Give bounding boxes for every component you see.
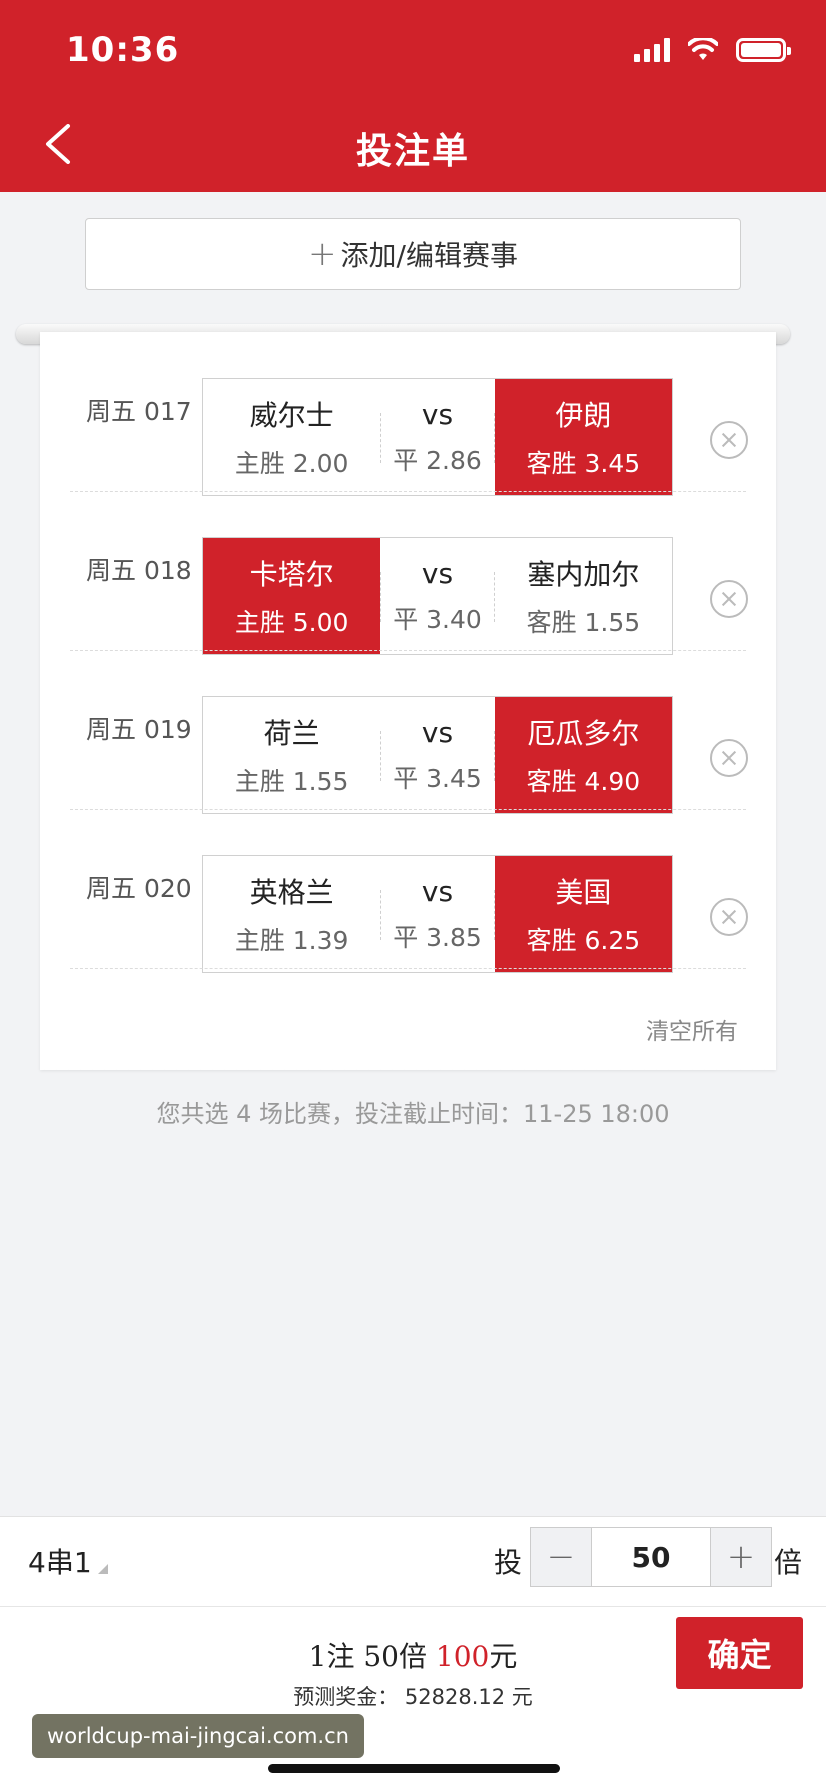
draw-odds: 平 2.86 [393,445,482,475]
away-team: 塞内加尔 [527,558,640,591]
home-odds: 主胜 1.39 [234,926,349,955]
match-row: 周五 019 荷兰 主胜 1.55 vs 平 3.45 厄瓜多尔 客胜 4.90 [40,650,776,814]
away-win-option[interactable]: 伊朗 客胜 3.45 [494,379,673,495]
decrement-button[interactable]: − [531,1528,591,1586]
match-code: 周五 020 [86,874,192,903]
status-icons [634,38,791,62]
home-odds: 主胜 1.55 [234,767,349,796]
add-edit-matches-button[interactable]: + 添加/编辑赛事 [85,218,741,290]
remove-match-icon[interactable] [710,421,748,459]
combo-type-label: 4串1 [28,1546,92,1579]
amount-unit: 元 [489,1640,518,1673]
match-code: 周五 019 [86,715,192,744]
tou-label: 投 [494,1546,523,1579]
confirm-button[interactable]: 确定 [676,1617,803,1689]
draw-option[interactable]: vs 平 3.45 [380,697,495,813]
triangle-dropdown-icon [97,1564,108,1574]
odds-box: 威尔士 主胜 2.00 vs 平 2.86 伊朗 客胜 3.45 [202,378,673,496]
home-team: 威尔士 [249,399,334,432]
home-odds: 主胜 5.00 [234,608,349,637]
away-team: 厄瓜多尔 [527,717,640,750]
match-code: 周五 017 [86,397,192,426]
home-win-option[interactable]: 卡塔尔 主胜 5.00 [203,538,381,654]
plus-icon: + [308,234,337,274]
remove-match-icon[interactable] [710,898,748,936]
combo-type-select[interactable]: 4串1 [28,1541,108,1581]
vs-label: vs [421,556,454,590]
row-divider [70,968,746,969]
bet-count-text: 1注 50倍 [308,1640,436,1673]
vs-label: vs [421,715,454,749]
multiplier-input[interactable]: 50 [591,1528,711,1586]
selection-summary: 您共选 4 场比赛，投注截止时间：11-25 18:00 [156,1100,670,1128]
home-team: 荷兰 [263,717,320,750]
away-odds: 客胜 3.45 [526,449,641,478]
draw-odds: 平 3.45 [393,763,482,793]
away-odds: 客胜 6.25 [526,926,641,955]
match-code: 周五 018 [86,556,192,585]
home-win-option[interactable]: 英格兰 主胜 1.39 [203,856,380,972]
wifi-icon [688,38,718,60]
bei-label: 倍 [774,1546,803,1579]
home-odds: 主胜 2.00 [234,449,349,478]
remove-match-icon[interactable] [710,580,748,618]
odds-box: 卡塔尔 主胜 5.00 vs 平 3.40 塞内加尔 客胜 1.55 [202,537,673,655]
away-odds: 客胜 4.90 [526,767,641,796]
watermark: worldcup-mai-jingcai.com.cn [32,1714,364,1758]
bet-amount: 100 [435,1640,490,1673]
odds-box: 荷兰 主胜 1.55 vs 平 3.45 厄瓜多尔 客胜 4.90 [202,696,673,814]
draw-odds: 平 3.85 [393,922,482,952]
away-team: 美国 [555,876,612,909]
bet-options-bar: 4串1 投 − 50 + 倍 [0,1516,826,1606]
bet-ticket: 周五 017 威尔士 主胜 2.00 vs 平 2.86 伊朗 客胜 3.45 … [40,332,776,1070]
home-win-option[interactable]: 威尔士 主胜 2.00 [203,379,380,495]
away-win-option[interactable]: 厄瓜多尔 客胜 4.90 [494,697,673,813]
confirm-bar: 1注 50倍 100元 预测奖金： 52828.12 元 确定 [0,1606,826,1789]
away-odds: 客胜 1.55 [526,608,641,637]
vs-label: vs [421,874,454,908]
away-team: 伊朗 [555,399,612,432]
away-win-option[interactable]: 塞内加尔 客胜 1.55 [495,538,672,654]
match-row: 周五 020 英格兰 主胜 1.39 vs 平 3.85 美国 客胜 6.25 [40,809,776,973]
draw-odds: 平 3.40 [393,604,482,634]
home-team: 卡塔尔 [249,558,334,591]
away-win-option[interactable]: 美国 客胜 6.25 [494,856,673,972]
battery-icon [736,38,791,62]
signal-icon [634,38,670,62]
status-time: 10:36 [66,30,180,70]
odds-box: 英格兰 主胜 1.39 vs 平 3.85 美国 客胜 6.25 [202,855,673,973]
clear-all-link[interactable]: 清空所有 [646,1012,738,1046]
draw-option[interactable]: vs 平 3.40 [380,538,495,654]
match-row: 周五 018 卡塔尔 主胜 5.00 vs 平 3.40 塞内加尔 客胜 1.5… [40,491,776,655]
match-row: 周五 017 威尔士 主胜 2.00 vs 平 2.86 伊朗 客胜 3.45 [40,332,776,496]
draw-option[interactable]: vs 平 2.86 [380,379,495,495]
ticket-serrated-edge [40,1064,776,1076]
home-indicator [268,1764,560,1773]
add-edit-label: 添加/编辑赛事 [340,239,518,272]
remove-match-icon[interactable] [710,739,748,777]
vs-label: vs [421,397,454,431]
multiplier-stepper: − 50 + [530,1527,772,1587]
page-title: 投注单 [355,131,470,172]
home-win-option[interactable]: 荷兰 主胜 1.55 [203,697,380,813]
app-header: 10:36 投注单 [0,0,826,192]
draw-option[interactable]: vs 平 3.85 [380,856,495,972]
increment-button[interactable]: + [711,1528,771,1586]
home-team: 英格兰 [249,876,334,909]
